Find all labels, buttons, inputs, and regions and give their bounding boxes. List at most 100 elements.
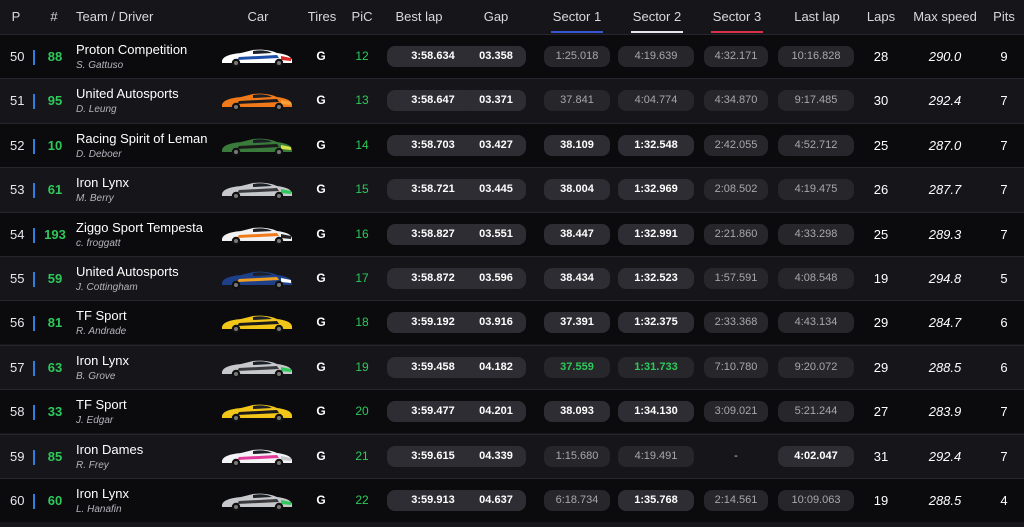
header-car-number[interactable]: # <box>50 9 57 24</box>
header-tires[interactable]: Tires <box>308 9 336 24</box>
timing-table: P # Team / Driver Car Tires PiC Best lap… <box>0 0 1024 527</box>
sector-1-time: 37.841 <box>544 90 610 112</box>
driver-name[interactable]: L. Hanafin <box>76 504 122 515</box>
car-number: 85 <box>47 448 63 464</box>
gap-time: 03.596 <box>466 268 526 289</box>
table-row[interactable]: 50 88 Proton Competition S. Gattuso G 12… <box>0 34 1024 78</box>
class-color-bar <box>33 138 35 154</box>
team-name[interactable]: United Autosports <box>76 86 179 101</box>
sector-3-time: 4:34.870 <box>704 90 768 112</box>
laps-count: 29 <box>873 315 889 331</box>
car-number: 60 <box>47 493 63 508</box>
sector-2-time: 1:34.130 <box>618 401 694 423</box>
driver-name[interactable]: R. Andrade <box>76 326 126 337</box>
header-max-speed[interactable]: Max speed <box>913 9 977 24</box>
car-number: 63 <box>47 359 63 375</box>
driver-name[interactable]: B. Grove <box>76 371 115 382</box>
tire-compound: G <box>316 93 326 108</box>
tire-compound: G <box>316 182 326 197</box>
team-name[interactable]: TF Sport <box>76 397 127 412</box>
car-number: 59 <box>47 271 63 286</box>
position: 51 <box>10 93 25 109</box>
driver-name[interactable]: M. Berry <box>76 193 114 204</box>
class-color-bar <box>33 50 35 65</box>
table-row[interactable]: 51 95 United Autosports D. Leung G 13 3:… <box>0 78 1024 123</box>
max-speed: 287.7 <box>928 182 962 198</box>
header-gap[interactable]: Gap <box>484 9 509 24</box>
header-sector-2[interactable]: Sector 2 <box>633 9 681 24</box>
driver-name[interactable]: c. froggatt <box>76 238 120 249</box>
last-lap-time: 4:43.134 <box>778 312 854 334</box>
header-team-driver[interactable]: Team / Driver <box>76 9 153 24</box>
max-speed: 284.7 <box>928 315 962 331</box>
tire-compound: G <box>316 448 326 463</box>
team-name[interactable]: Iron Lynx <box>76 353 129 368</box>
car-number: 61 <box>47 182 63 198</box>
sector-3-time: 7:10.780 <box>704 356 768 378</box>
table-row[interactable]: 53 61 Iron Lynx M. Berry G 15 3:58.721 0… <box>0 167 1024 212</box>
header-position[interactable]: P <box>12 9 21 24</box>
team-name[interactable]: Ziggo Sport Tempesta <box>76 220 203 235</box>
max-speed: 290.0 <box>928 49 962 64</box>
sector-1-time: 38.434 <box>544 268 610 289</box>
driver-name[interactable]: D. Leung <box>76 104 117 115</box>
position: 50 <box>10 49 25 64</box>
table-row[interactable]: 60 60 Iron Lynx L. Hanafin G 22 3:59.913… <box>0 478 1024 522</box>
driver-name[interactable]: J. Edgar <box>76 415 113 426</box>
header-pits[interactable]: Pits <box>993 9 1015 24</box>
position: 58 <box>10 404 25 420</box>
team-name[interactable]: United Autosports <box>76 264 179 279</box>
position: 56 <box>10 315 25 331</box>
header-pic[interactable]: PiC <box>352 9 373 24</box>
table-row[interactable]: 55 59 United Autosports J. Cottingham G … <box>0 256 1024 300</box>
table-row[interactable]: 52 10 Racing Spirit of Leman D. Deboer G… <box>0 122 1024 167</box>
table-row[interactable]: 57 63 Iron Lynx B. Grove G 19 3:59.458 0… <box>0 344 1024 389</box>
header-car[interactable]: Car <box>248 9 269 24</box>
sector-2-time: 4:19.491 <box>618 445 694 467</box>
sector-2-time: 1:31.733 <box>618 356 694 378</box>
table-row[interactable]: 54 193 Ziggo Sport Tempesta c. froggatt … <box>0 211 1024 256</box>
class-color-bar <box>33 316 35 332</box>
header-sector-1[interactable]: Sector 1 <box>553 9 601 24</box>
header-last-lap[interactable]: Last lap <box>794 9 840 24</box>
driver-name[interactable]: S. Gattuso <box>76 60 123 71</box>
pit-stops: 7 <box>1000 182 1008 198</box>
sector-3-time: 2:33.368 <box>704 312 768 334</box>
team-name[interactable]: TF Sport <box>76 308 127 323</box>
position: 55 <box>10 271 25 286</box>
pit-stops: 7 <box>1000 93 1008 109</box>
position-in-class: 20 <box>355 404 369 419</box>
max-speed: 288.5 <box>928 493 962 508</box>
pit-stops: 6 <box>1000 359 1008 375</box>
table-row[interactable]: 58 33 TF Sport J. Edgar G 20 3:59.477 04… <box>0 389 1024 434</box>
team-name[interactable]: Iron Lynx <box>76 175 129 190</box>
position-in-class: 22 <box>355 493 369 507</box>
table-row[interactable]: 56 81 TF Sport R. Andrade G 18 3:59.192 … <box>0 300 1024 345</box>
team-name[interactable]: Racing Spirit of Leman <box>76 131 208 146</box>
header-laps[interactable]: Laps <box>867 9 895 24</box>
driver-name[interactable]: D. Deboer <box>76 149 122 160</box>
laps-count: 27 <box>873 404 889 420</box>
sector-2-color-bar <box>631 31 683 33</box>
header-sector-3[interactable]: Sector 3 <box>713 9 761 24</box>
driver-name[interactable]: J. Cottingham <box>76 282 138 293</box>
sector-2-time: 1:32.523 <box>618 268 694 289</box>
driver-name[interactable]: R. Frey <box>76 460 109 471</box>
header-best-lap[interactable]: Best lap <box>396 9 443 24</box>
laps-count: 29 <box>873 359 889 375</box>
table-row[interactable]: 59 85 Iron Dames R. Frey G 21 3:59.615 0… <box>0 433 1024 478</box>
sector-3-time: 3:09.021 <box>704 401 768 423</box>
team-name[interactable]: Iron Dames <box>76 442 143 457</box>
car-number: 88 <box>47 49 63 64</box>
class-color-bar <box>33 183 35 199</box>
team-name[interactable]: Proton Competition <box>76 42 187 57</box>
car-number: 10 <box>47 137 63 153</box>
position-in-class: 14 <box>355 137 369 152</box>
pit-stops: 7 <box>1000 137 1008 153</box>
last-lap-time: 9:20.072 <box>778 356 854 378</box>
gap-time: 03.916 <box>466 312 526 334</box>
laps-count: 19 <box>873 493 889 508</box>
team-name[interactable]: Iron Lynx <box>76 486 129 501</box>
tire-compound: G <box>316 315 326 330</box>
laps-count: 25 <box>873 137 889 153</box>
